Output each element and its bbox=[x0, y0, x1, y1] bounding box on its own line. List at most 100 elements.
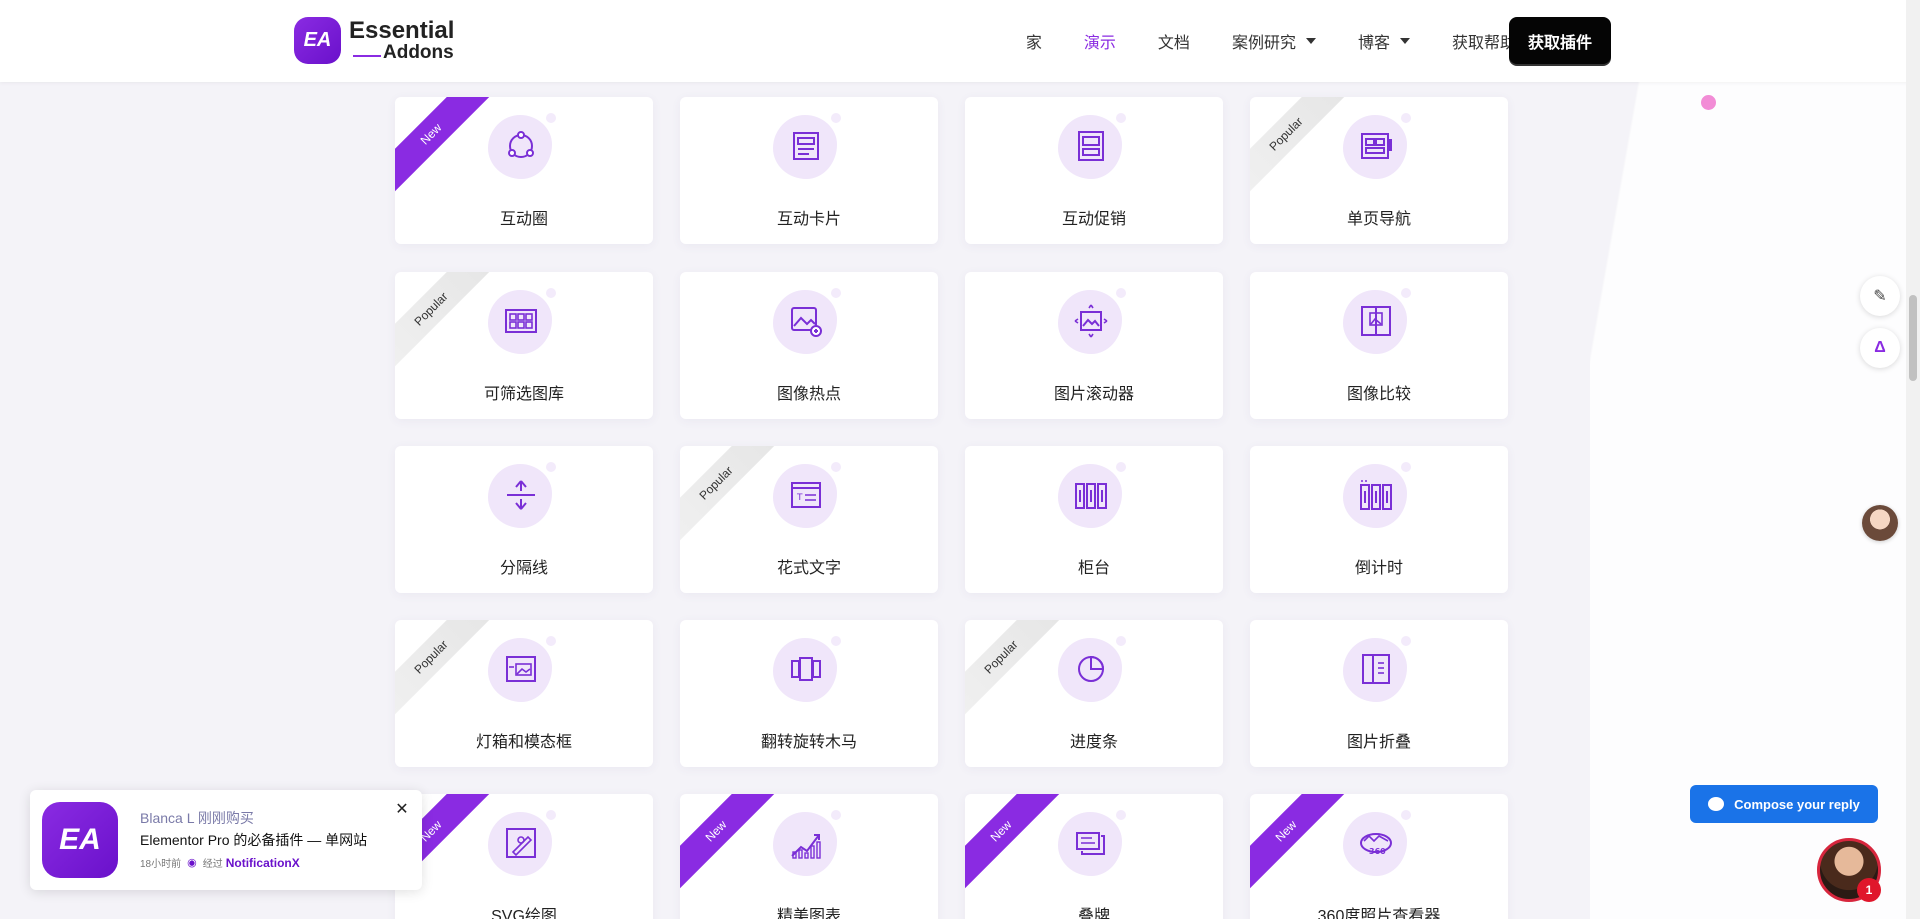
filterable-gallery-icon bbox=[488, 288, 556, 354]
progress-bar-icon bbox=[1058, 636, 1126, 702]
close-icon[interactable]: ✕ bbox=[394, 802, 410, 818]
unread-badge: 1 bbox=[1857, 878, 1881, 902]
widget-card-label: 360度照片查看器 bbox=[1317, 908, 1441, 919]
widget-card[interactable]: New 互动圈 bbox=[395, 97, 653, 244]
widget-card[interactable]: Popular T 花式文字 bbox=[680, 446, 938, 593]
widget-card[interactable]: 分隔线 bbox=[395, 446, 653, 593]
widget-card[interactable]: Popular 可筛选图库 bbox=[395, 272, 653, 419]
nav-item-2[interactable]: 文档 bbox=[1158, 29, 1190, 53]
widget-card-label: 翻转旋转木马 bbox=[760, 734, 857, 751]
widget-card[interactable]: Popular 进度条 bbox=[965, 620, 1223, 767]
nav-item-label: 家 bbox=[1025, 34, 1042, 52]
widget-card-label: 分隔线 bbox=[499, 560, 548, 577]
bell-icon: ◉ bbox=[187, 857, 197, 869]
get-plugin-button[interactable]: 获取插件 bbox=[1509, 17, 1611, 64]
widget-card-label: 图片滚动器 bbox=[1053, 386, 1134, 403]
widget-card[interactable]: 互动促销 bbox=[965, 97, 1223, 244]
interactive-circle-icon bbox=[488, 113, 556, 179]
widget-card[interactable]: New 精美图表 bbox=[680, 794, 938, 919]
nav-item-label: 文档 bbox=[1157, 34, 1190, 52]
notification-meta: 18小时前 ◉ 经过 NotificationX bbox=[140, 855, 300, 871]
widget-card-label: 互动卡片 bbox=[776, 211, 841, 228]
logo-line1: Essential bbox=[349, 17, 455, 44]
svg-text:360: 360 bbox=[1369, 847, 1386, 856]
widget-card[interactable]: 互动卡片 bbox=[680, 97, 938, 244]
widget-card[interactable]: Popular 单页导航 bbox=[1250, 97, 1508, 244]
chat-bubble-icon bbox=[1708, 797, 1725, 811]
countdown-icon bbox=[1343, 462, 1411, 528]
widget-card[interactable]: 图像比较 bbox=[1250, 272, 1508, 419]
ai-assistant-icon[interactable]: Δ bbox=[1860, 328, 1900, 368]
interactive-promo-icon bbox=[1058, 113, 1126, 179]
site-header: EA Essential Addons 家演示文档案例研究博客获取帮助帐户 获取… bbox=[0, 0, 1920, 82]
widget-card-label: 图像热点 bbox=[776, 386, 841, 403]
widget-card[interactable]: 翻转旋转木马 bbox=[680, 620, 938, 767]
fancy-text-icon: T bbox=[773, 462, 841, 528]
widget-card-label: 互动圈 bbox=[499, 211, 548, 228]
widget-card-label: 图片折叠 bbox=[1346, 734, 1411, 751]
notification-time: 18小时前 bbox=[140, 859, 182, 870]
nav-item-3[interactable]: 案例研究 bbox=[1232, 29, 1316, 53]
widget-card[interactable]: 柜台 bbox=[965, 446, 1223, 593]
widget-card[interactable]: 倒计时 bbox=[1250, 446, 1508, 593]
page-scrollbar[interactable] bbox=[1906, 0, 1920, 919]
widget-card-label: 花式文字 bbox=[776, 560, 841, 577]
svg-text:T: T bbox=[796, 493, 803, 503]
scrollbar-thumb[interactable] bbox=[1909, 295, 1917, 381]
nav-item-label: 博客 bbox=[1357, 34, 1390, 52]
compose-reply-button[interactable]: Compose your reply bbox=[1690, 785, 1878, 823]
purchase-notification[interactable]: EA Blanca L 刚刚购买 Elementor Pro 的必备插件 — 单… bbox=[30, 790, 422, 890]
new-ribbon: New bbox=[395, 97, 492, 195]
widget-card[interactable]: New 360 360度照片查看器 bbox=[1250, 794, 1508, 919]
popular-ribbon: Popular bbox=[395, 620, 492, 718]
notification-title: Blanca L 刚刚购买 bbox=[140, 810, 254, 826]
nav-item-label: 案例研究 bbox=[1231, 34, 1296, 52]
new-ribbon: New bbox=[1250, 794, 1347, 892]
widget-card-label: 图像比较 bbox=[1346, 386, 1411, 403]
caret-down-icon bbox=[1399, 37, 1410, 44]
widget-card-label: 单页导航 bbox=[1346, 211, 1411, 228]
widget-card-label: 互动促销 bbox=[1061, 211, 1126, 228]
popular-ribbon: Popular bbox=[680, 446, 777, 544]
widget-card[interactable]: New 叠牌 bbox=[965, 794, 1223, 919]
nav-item-0[interactable]: 家 bbox=[1026, 29, 1042, 53]
support-avatar[interactable] bbox=[1862, 505, 1898, 541]
stacked-cards-icon bbox=[1058, 810, 1126, 876]
notification-brand[interactable]: NotificationX bbox=[226, 856, 300, 870]
widget-card-label: 灯箱和模态框 bbox=[475, 734, 572, 751]
widget-card[interactable]: 图片折叠 bbox=[1250, 620, 1508, 767]
logo-mark-icon: EA bbox=[294, 17, 341, 64]
counter-icon bbox=[1058, 462, 1126, 528]
fancy-chart-icon bbox=[773, 810, 841, 876]
interactive-card-icon bbox=[773, 113, 841, 179]
flip-carousel-icon bbox=[773, 636, 841, 702]
popular-ribbon: Popular bbox=[965, 620, 1062, 718]
new-ribbon: New bbox=[965, 794, 1062, 892]
new-ribbon: New bbox=[680, 794, 777, 892]
image-accordion-icon bbox=[1343, 636, 1411, 702]
notification-via: 经过 bbox=[202, 859, 223, 870]
widget-card[interactable]: New SVG绘图 bbox=[395, 794, 653, 919]
nav-item-label: 获取帮助 bbox=[1451, 34, 1516, 52]
widget-card[interactable]: 图像热点 bbox=[680, 272, 938, 419]
widget-card-label: 叠牌 bbox=[1077, 908, 1110, 919]
divider-icon bbox=[488, 462, 556, 528]
image-scroller-icon bbox=[1058, 288, 1126, 354]
notification-body: Elementor Pro 的必备插件 — 单网站 bbox=[140, 832, 368, 848]
image-comparison-icon bbox=[1343, 288, 1411, 354]
site-logo[interactable]: EA Essential Addons bbox=[294, 17, 454, 64]
decorative-dot bbox=[1701, 95, 1716, 110]
nav-item-1[interactable]: 演示 bbox=[1084, 29, 1116, 53]
chat-edit-icon[interactable]: ✎ bbox=[1860, 276, 1900, 316]
widget-card-label: 柜台 bbox=[1077, 560, 1110, 577]
svg-draw-icon bbox=[488, 810, 556, 876]
widget-card[interactable]: 图片滚动器 bbox=[965, 272, 1223, 419]
widget-card-label: SVG绘图 bbox=[491, 908, 557, 919]
nav-item-label: 演示 bbox=[1083, 34, 1116, 52]
widget-card-label: 精美图表 bbox=[776, 908, 841, 919]
widget-card[interactable]: Popular 灯箱和模态框 bbox=[395, 620, 653, 767]
logo-line2: Addons bbox=[352, 42, 454, 63]
compose-label: Compose your reply bbox=[1734, 796, 1860, 812]
logo-text: Essential Addons bbox=[349, 17, 455, 63]
nav-item-4[interactable]: 博客 bbox=[1358, 29, 1410, 53]
